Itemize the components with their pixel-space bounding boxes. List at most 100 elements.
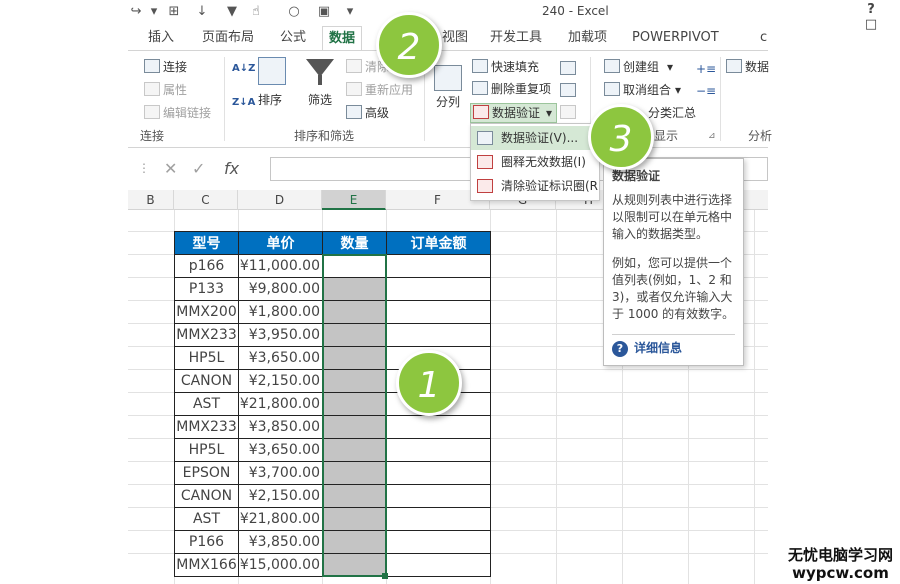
cell-amount[interactable] (386, 438, 491, 462)
record-icon[interactable]: ○ (286, 4, 302, 20)
menu-item-data-validation[interactable]: 数据验证(V)... (471, 126, 599, 150)
cell-price[interactable]: ¥9,800.00 (238, 277, 323, 301)
enter-icon[interactable]: ✓ (192, 159, 205, 178)
dialog-launcher-icon[interactable]: ⊿ (708, 131, 716, 141)
cell-amount[interactable] (386, 254, 491, 278)
header-model[interactable]: 型号 (174, 231, 239, 255)
remove-duplicates-button[interactable]: 删除重复项 (472, 81, 551, 97)
camera-icon[interactable]: ▣ (316, 4, 332, 20)
dropdown-small-icon[interactable]: ▾ (146, 4, 162, 20)
touch-mode-icon[interactable]: ☝ (248, 4, 264, 20)
restore-button[interactable]: □ (864, 17, 878, 32)
cell-price[interactable]: ¥2,150.00 (238, 369, 323, 393)
tab-data[interactable]: 数据 (322, 26, 363, 50)
header-unit-price[interactable]: 单价 (238, 231, 323, 255)
column-header-b[interactable]: B (128, 190, 174, 210)
cell-price[interactable]: ¥21,800.00 (238, 507, 323, 531)
cell-model[interactable]: CANON (174, 369, 239, 393)
cell-price[interactable]: ¥3,650.00 (238, 438, 323, 462)
cell-model[interactable]: P166 (174, 530, 239, 554)
cell-amount[interactable] (386, 415, 491, 439)
cell-price[interactable]: ¥3,950.00 (238, 323, 323, 347)
cell-model[interactable]: MMX233 (174, 415, 239, 439)
cell-model[interactable]: P133 (174, 277, 239, 301)
ungroup-button[interactable]: 取消组合 ▾ (604, 82, 681, 98)
cell-model[interactable]: AST (174, 392, 239, 416)
advanced-button[interactable]: 高级 (346, 105, 389, 121)
cell-model[interactable]: EPSON (174, 461, 239, 485)
menu-item-circle-invalid[interactable]: 圈释无效数据(I) (471, 150, 599, 174)
help-button[interactable]: ? (864, 2, 878, 17)
tab-formulas[interactable]: 公式 (274, 26, 312, 50)
sort-za-button[interactable]: Z↓A (232, 95, 255, 111)
cell-amount[interactable] (386, 484, 491, 508)
cell-amount[interactable] (386, 461, 491, 485)
filter-icon[interactable]: ▼ (224, 4, 240, 20)
cell-model[interactable]: p166 (174, 254, 239, 278)
relationships-button[interactable] (560, 105, 579, 121)
cell-price[interactable]: ¥3,850.00 (238, 415, 323, 439)
text-to-columns-icon[interactable] (434, 65, 462, 91)
group-separator (224, 57, 225, 141)
sort-az-button[interactable]: A↓Z (232, 61, 255, 77)
sort-button-label[interactable]: 排序 (258, 91, 282, 108)
cell-price[interactable]: ¥3,850.00 (238, 530, 323, 554)
hide-detail-icon[interactable]: −≡ (696, 83, 716, 99)
sort-az-icon[interactable]: ↓ (194, 4, 210, 20)
cell-model[interactable]: HP5L (174, 438, 239, 462)
insert-function-icon[interactable]: fx (224, 159, 239, 178)
form-icon[interactable]: ⊞ (166, 4, 182, 20)
consolidate-button[interactable] (560, 61, 579, 77)
tab-developer[interactable]: 开发工具 (484, 26, 548, 50)
cell-amount[interactable] (386, 323, 491, 347)
cell-model[interactable]: MMX200 (174, 300, 239, 324)
menu-item-clear-circles[interactable]: 清除验证标识圈(R) (471, 174, 599, 198)
cancel-icon[interactable]: ✕ (164, 159, 177, 178)
cell-amount[interactable] (386, 530, 491, 554)
tab-page-layout[interactable]: 页面布局 (196, 26, 260, 50)
text-to-columns-label[interactable]: 分列 (436, 93, 460, 110)
header-order-amount[interactable]: 订单金额 (386, 231, 491, 255)
cell-model[interactable]: MMX166 (174, 553, 239, 577)
column-header-e[interactable]: E (322, 190, 386, 210)
sort-dialog-icon[interactable] (258, 57, 286, 85)
show-detail-icon[interactable]: +≡ (696, 61, 716, 77)
cell-amount[interactable] (386, 300, 491, 324)
what-if-button[interactable] (560, 83, 579, 99)
group-button[interactable]: 创建组 ▾ (604, 59, 673, 75)
cell-price[interactable]: ¥1,800.00 (238, 300, 323, 324)
tab-insert[interactable]: 插入 (142, 26, 180, 50)
properties-button[interactable]: 属性 (144, 82, 187, 98)
fill-handle[interactable] (382, 573, 388, 579)
cell-price[interactable]: ¥3,700.00 (238, 461, 323, 485)
cell-amount[interactable] (386, 507, 491, 531)
column-header-c[interactable]: C (174, 190, 238, 210)
customize-qat-icon[interactable]: ▾ (342, 4, 358, 20)
cell-model[interactable]: MMX233 (174, 323, 239, 347)
cell-model[interactable]: AST (174, 507, 239, 531)
cell-price[interactable]: ¥15,000.00 (238, 553, 323, 577)
connections-button[interactable]: 连接 (144, 59, 187, 75)
data-validation-button[interactable]: 数据验证 ▾ (470, 103, 558, 123)
cell-price[interactable]: ¥3,650.00 (238, 346, 323, 370)
data-analysis-button[interactable]: 数据 (726, 59, 769, 75)
redo-icon[interactable]: ↪ (128, 4, 144, 20)
cell-price[interactable]: ¥21,800.00 (238, 392, 323, 416)
cell-amount[interactable] (386, 277, 491, 301)
cell-price[interactable]: ¥11,000.00 (238, 254, 323, 278)
cell-model[interactable]: HP5L (174, 346, 239, 370)
tab-truncated[interactable]: c (754, 26, 773, 50)
edit-links-button[interactable]: 编辑链接 (144, 105, 211, 121)
header-quantity[interactable]: 数量 (322, 231, 387, 255)
tab-addins[interactable]: 加载项 (562, 26, 613, 50)
cell-model[interactable]: CANON (174, 484, 239, 508)
filter-button-label[interactable]: 筛选 (308, 91, 332, 108)
reapply-button[interactable]: 重新应用 (346, 82, 413, 98)
cell-price[interactable]: ¥2,150.00 (238, 484, 323, 508)
subtotal-button[interactable]: 分类汇总 (648, 105, 696, 121)
tooltip-more-info-link[interactable]: ? 详细信息 (612, 339, 682, 357)
tab-powerpivot[interactable]: POWERPIVOT (626, 26, 725, 50)
flash-fill-button[interactable]: 快速填充 (472, 59, 539, 75)
column-header-d[interactable]: D (238, 190, 322, 210)
cell-amount[interactable] (386, 553, 491, 577)
